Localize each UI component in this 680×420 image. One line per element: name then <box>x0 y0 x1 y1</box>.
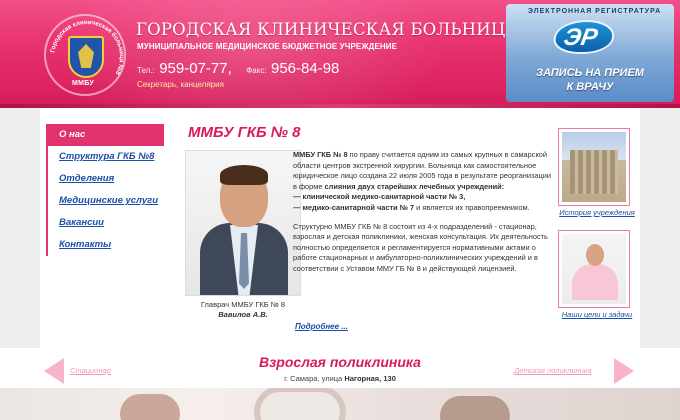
nav-item-departments[interactable]: Отделения <box>46 168 164 190</box>
registry-arc-text: ЭЛЕКТРОННАЯ РЕГИСТРАТУРА <box>528 8 662 15</box>
er-logo-text: ЭР <box>561 24 600 51</box>
about-paragraph-2: Структурно ММБУ ГКБ № 8 состоит из 4-х п… <box>293 221 548 273</box>
list-item: — медико-санитарной части № 7 и является… <box>293 202 530 212</box>
fax-label: Факс: <box>246 66 267 75</box>
doctor-image <box>562 234 626 304</box>
tel-number: 959-07-77, <box>159 60 232 77</box>
site-title: ГОРОДСКАЯ КЛИНИЧЕСКАЯ БОЛЬНИЦА №8 <box>136 20 551 39</box>
nav-item-contacts[interactable]: Контакты <box>46 234 164 256</box>
history-link[interactable]: История учреждения <box>554 208 640 217</box>
building-image <box>562 132 626 202</box>
appointment-line2: К ВРАЧУ <box>566 81 614 93</box>
history-thumbnail[interactable] <box>558 128 630 206</box>
sidebar-nav: О нас Структура ГКБ №8 Отделения Медицин… <box>46 124 164 256</box>
goals-link[interactable]: Наши цели и задачи <box>554 310 640 319</box>
appointment-line1: ЗАПИСЬ НА ПРИЕМ <box>536 67 644 79</box>
emblem-short-label: ММБУ <box>72 80 95 87</box>
nav-item-structure[interactable]: Структура ГКБ №8 <box>46 146 164 168</box>
contact-phones: Тел.: 959-07-77, Факс: 956-84-98 <box>137 60 349 78</box>
site-subtitle: МУНИЦИПАЛЬНОЕ МЕДИЦИНСКОЕ БЮДЖЕТНОЕ УЧРЕ… <box>137 42 398 51</box>
caption-name: Вавилов А.В. <box>218 310 268 319</box>
left-margin <box>0 108 40 348</box>
read-more-link[interactable]: Подробнее ... <box>295 322 348 331</box>
chief-doctor-photo <box>185 150 301 296</box>
caption-position: Главрач ММБУ ГКБ № 8 <box>200 300 286 309</box>
fax-number: 956-84-98 <box>271 60 340 77</box>
site-header: Городская клиническая больница №8 ММБУ Г… <box>0 0 680 108</box>
hospital-emblem[interactable]: Городская клиническая больница №8 ММБУ <box>44 14 126 96</box>
appointment-text: ЗАПИСЬ НА ПРИЕМ К ВРАЧУ <box>506 66 674 94</box>
coat-of-arms-icon <box>68 36 104 78</box>
photo-caption: Главрач ММБУ ГКБ № 8 Вавилов А.В. <box>180 300 306 320</box>
nav-item-vacancies[interactable]: Вакансии <box>46 212 164 234</box>
tel-label: Тел.: <box>137 66 155 75</box>
section-address: г. Самара, улица Нагорная, 130 <box>284 374 396 383</box>
about-paragraph-1: ММБУ ГКБ № 8 по праву считается одним из… <box>293 150 553 214</box>
list-item: — клинической медико-санитарной части № … <box>293 192 466 202</box>
section-carousel: Стационар Взрослая поликлиника г. Самара… <box>0 348 680 388</box>
nav-item-services[interactable]: Медицинские услуги <box>46 190 164 212</box>
main-content: О нас Структура ГКБ №8 Отделения Медицин… <box>40 108 640 348</box>
appointment-banner[interactable]: ЭЛЕКТРОННАЯ РЕГИСТРАТУРА ЭР ЗАПИСЬ НА ПР… <box>506 4 674 102</box>
right-margin <box>640 108 680 348</box>
section-photo <box>0 388 680 420</box>
page-title: ММБУ ГКБ № 8 <box>188 124 301 141</box>
nav-item-about[interactable]: О нас <box>46 124 164 146</box>
secretary-label: Секретарь, канцелярия <box>137 80 224 89</box>
next-section-link[interactable]: Детская поликлиника <box>514 366 592 375</box>
goals-thumbnail[interactable] <box>558 230 630 308</box>
er-logo-icon: ЭР <box>551 20 617 54</box>
about-text: ММБУ ГКБ № 8 по праву считается одним из… <box>293 150 553 283</box>
